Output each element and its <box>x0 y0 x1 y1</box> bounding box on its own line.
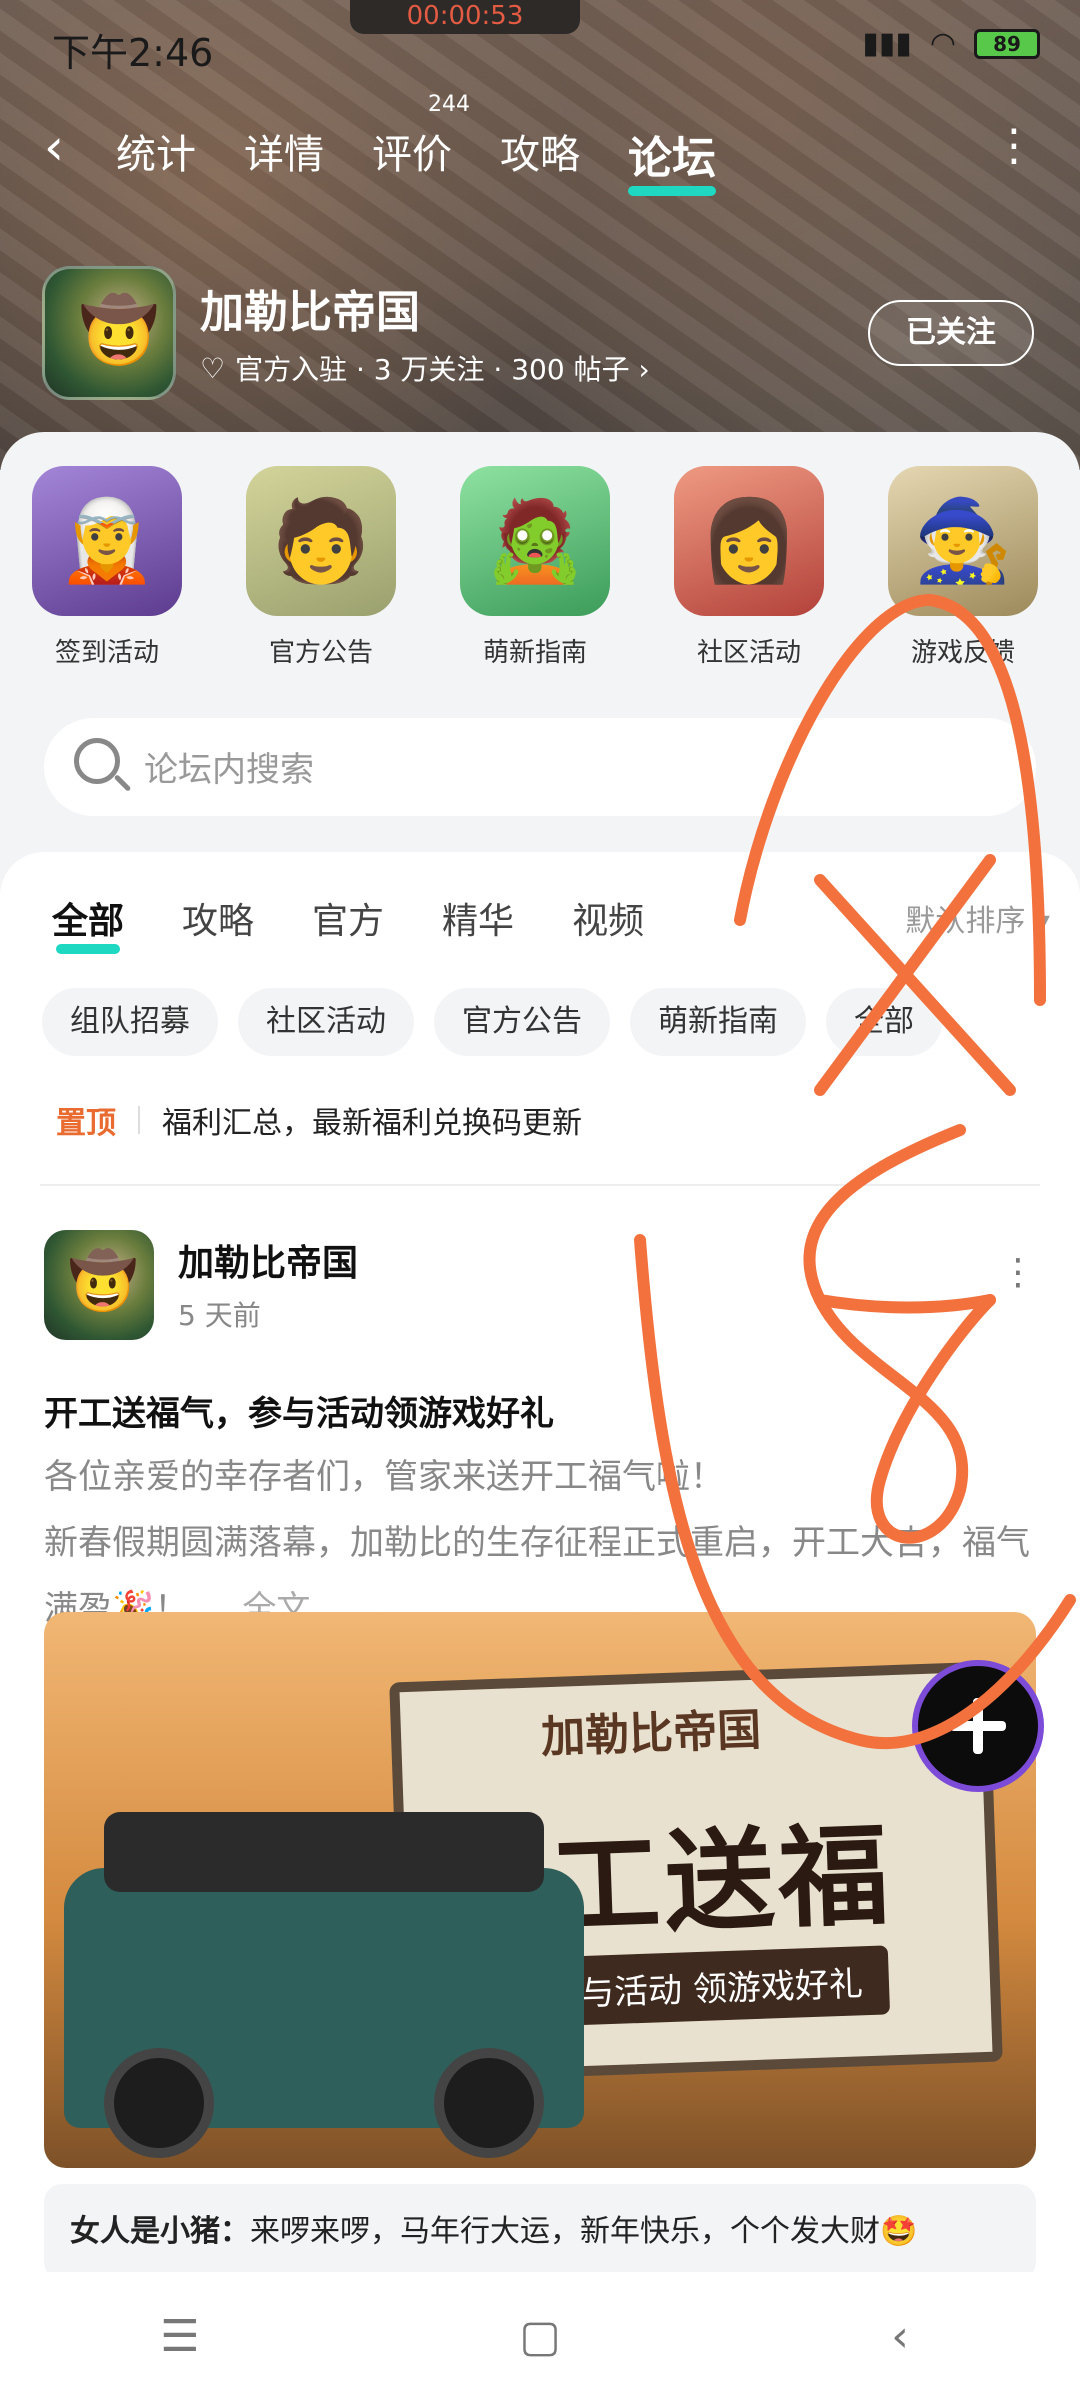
more-vertical-icon[interactable]: ⋮ <box>992 120 1036 171</box>
search-icon <box>74 738 120 784</box>
quick-link-checkin[interactable]: 🧝 签到活动 <box>0 432 214 682</box>
pinned-text: 福利汇总，最新福利兑换码更新 <box>162 1106 582 1141</box>
chip-announcements[interactable]: 官方公告 <box>434 988 610 1056</box>
game-meta-text: 官方入驻 · 3 万关注 · 300 帖子 › <box>235 353 650 386</box>
game-name: 加勒比帝国 <box>200 287 420 338</box>
chip-newbie[interactable]: 萌新指南 <box>630 988 806 1056</box>
feed-card: 全部 攻略 官方 精华 视频 默认排序 ▾ 组队招募 社区活动 官方公告 萌新指… <box>0 852 1080 2272</box>
quick-links: 🧝 签到活动 🧑 官方公告 🧟 萌新指南 👩 社区活动 🧙 游戏反馈 <box>0 432 1080 682</box>
chip-community[interactable]: 社区活动 <box>238 988 414 1056</box>
category-tabs: 全部 攻略 官方 精华 视频 <box>52 892 644 954</box>
verified-icon: ♡ <box>200 351 226 385</box>
create-post-button[interactable] <box>912 1660 1044 1792</box>
tab-label: 评价 <box>372 132 452 178</box>
quick-link-label: 游戏反馈 <box>910 638 1015 668</box>
guide-avatar-icon: 🧟 <box>460 466 610 616</box>
comment-author: 女人是小猪： <box>70 2214 250 2249</box>
quick-link-community[interactable]: 👩 社区活动 <box>642 432 856 682</box>
truck-illustration <box>64 1812 584 2158</box>
status-time: 下午2:46 <box>52 31 214 75</box>
comment-preview[interactable]: 女人是小猪：来啰来啰，马年行大运，新年快乐，个个发大财🤩 <box>44 2184 1036 2272</box>
search-input[interactable]: 论坛内搜索 <box>44 718 1036 816</box>
forum-sheet: 🧝 签到活动 🧑 官方公告 🧟 萌新指南 👩 社区活动 🧙 游戏反馈 论坛内搜索… <box>0 432 1080 2272</box>
announcements-avatar-icon: 🧑 <box>246 466 396 616</box>
tab-stats[interactable]: 统计 <box>116 118 196 190</box>
author-avatar[interactable]: 🤠 <box>44 1230 154 1340</box>
signal-icon: ▮▮▮ <box>862 26 912 61</box>
sort-dropdown[interactable]: 默认排序 ▾ <box>905 896 1050 940</box>
quick-link-label: 社区活动 <box>696 638 801 668</box>
follow-button[interactable]: 已关注 <box>868 300 1034 366</box>
tab-label: 详情 <box>244 132 324 178</box>
back-button[interactable]: ‹ <box>44 118 64 176</box>
pinned-divider <box>138 1106 140 1134</box>
tab-featured[interactable]: 精华 <box>442 892 514 944</box>
post-time: 5 天前 <box>178 1299 261 1332</box>
wifi-icon: ◠ <box>929 26 956 61</box>
tab-reviews[interactable]: 评价 244 <box>372 92 470 190</box>
quick-link-label: 官方公告 <box>268 638 373 668</box>
wheel-shape <box>434 2048 544 2158</box>
review-count-badge: 244 <box>428 92 470 117</box>
chip-team[interactable]: 组队招募 <box>42 988 218 1056</box>
quick-link-label: 萌新指南 <box>482 638 587 668</box>
checkin-avatar-icon: 🧝 <box>32 466 182 616</box>
tab-label: 统计 <box>116 132 196 178</box>
pinned-tag: 置顶 <box>56 1106 116 1141</box>
section-divider <box>40 1184 1040 1186</box>
menu-icon[interactable]: ☰ <box>140 2311 220 2362</box>
game-info: 🤠 加勒比帝国 ♡ 官方入驻 · 3 万关注 · 300 帖子 › 已关注 <box>42 262 1042 402</box>
community-avatar-icon: 👩 <box>674 466 824 616</box>
chip-all[interactable]: 全部 <box>826 988 942 1056</box>
tab-guides[interactable]: 攻略 <box>500 118 580 190</box>
feedback-avatar-icon: 🧙 <box>888 466 1038 616</box>
battery-icon: 89 <box>974 28 1040 59</box>
quick-link-feedback[interactable]: 🧙 游戏反馈 <box>856 432 1070 682</box>
game-icon[interactable]: 🤠 <box>42 266 176 400</box>
tab-forum[interactable]: 论坛 <box>628 118 716 196</box>
post-title[interactable]: 开工送福气，参与活动领游戏好礼 <box>44 1386 554 1435</box>
pinned-post[interactable]: 置顶 福利汇总，最新福利兑换码更新 <box>56 1098 582 1142</box>
post-image[interactable]: 加勒比帝国 开工送福气 参与活动 领游戏好礼 <box>44 1612 1036 2168</box>
quick-link-announcements[interactable]: 🧑 官方公告 <box>214 432 428 682</box>
author-name[interactable]: 加勒比帝国 <box>178 1234 358 1286</box>
game-meta[interactable]: ♡ 官方入驻 · 3 万关注 · 300 帖子 › <box>200 348 650 388</box>
post-author: 🤠 加勒比帝国 5 天前 ⋮ <box>44 1230 1044 1350</box>
wheel-shape <box>104 2048 214 2158</box>
post-more-icon[interactable]: ⋮ <box>1000 1252 1036 1293</box>
tab-details[interactable]: 详情 <box>244 118 324 190</box>
post-body-line: 各位亲爱的幸存者们，管家来送开工福气啦！ <box>44 1457 724 1497</box>
tab-label: 论坛 <box>628 133 716 184</box>
back-icon[interactable]: ‹ <box>860 2311 940 2362</box>
image-logo: 加勒比帝国 <box>540 1704 762 1764</box>
tab-official[interactable]: 官方 <box>312 892 384 944</box>
system-nav-bar: ☰ ▢ ‹ <box>0 2272 1080 2400</box>
home-icon[interactable]: ▢ <box>500 2311 580 2362</box>
status-bar: 下午2:46 00:00:53 ▮▮▮ ◠ 89 <box>0 0 1080 96</box>
top-nav: ‹ 统计 详情 评价 244 攻略 论坛 ⋮ <box>0 92 1080 196</box>
tab-all[interactable]: 全部 <box>52 892 124 954</box>
comment-text: 来啰来啰，马年行大运，新年快乐，个个发大财🤩 <box>250 2214 918 2249</box>
top-tabs: 统计 详情 评价 244 攻略 论坛 <box>116 92 716 196</box>
filter-chips: 组队招募 社区活动 官方公告 萌新指南 全部 <box>42 988 942 1056</box>
quick-link-newbie-guide[interactable]: 🧟 萌新指南 <box>428 432 642 682</box>
status-icons: ▮▮▮ ◠ 89 <box>862 26 1040 61</box>
tab-guides-feed[interactable]: 攻略 <box>182 892 254 944</box>
tab-video[interactable]: 视频 <box>572 892 644 944</box>
quick-link-label: 签到活动 <box>54 638 159 668</box>
search-placeholder: 论坛内搜索 <box>144 750 314 790</box>
tab-label: 攻略 <box>500 132 580 178</box>
game-timer: 00:00:53 <box>350 0 580 34</box>
